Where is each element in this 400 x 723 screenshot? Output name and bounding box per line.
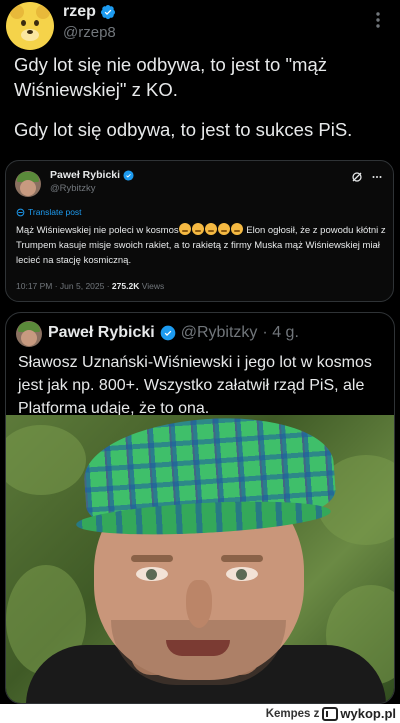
quote-text-part1: Mąż Wiśniewskiej nie poleci w kosmos bbox=[16, 225, 179, 236]
eye bbox=[136, 567, 168, 581]
grok-icon[interactable] bbox=[351, 171, 363, 183]
quoted-tweet-card[interactable]: Paweł Rybicki @Rybitzky Translate post M… bbox=[5, 160, 394, 302]
quote-author-row: Paweł Rybicki bbox=[50, 169, 134, 181]
avatar-face bbox=[20, 180, 36, 196]
eyebrow bbox=[131, 555, 173, 562]
nose bbox=[186, 580, 212, 628]
quote-text: Mąż Wiśniewskiej nie poleci w kosmos Elo… bbox=[16, 223, 388, 268]
translate-post-link[interactable]: Translate post bbox=[16, 207, 82, 217]
eye bbox=[226, 567, 258, 581]
avatar-ear bbox=[10, 5, 24, 19]
quote-avatar[interactable] bbox=[15, 171, 41, 197]
author-name[interactable]: rzep bbox=[63, 3, 96, 21]
author-row: rzep bbox=[63, 3, 116, 21]
more-icon[interactable] bbox=[371, 171, 383, 183]
avatar-face bbox=[21, 330, 37, 346]
quote-meta: 10:17 PM · Jun 5, 2025 · 275.2K Views bbox=[16, 281, 164, 291]
embedded-author-handle[interactable]: @Rybitzky bbox=[181, 324, 258, 342]
avatar-ear bbox=[36, 5, 50, 19]
more-options-button[interactable] bbox=[368, 10, 388, 30]
avatar-eye bbox=[34, 20, 39, 26]
tweet-text-line1: Gdy lot się nie odbywa, to jest to "mąż … bbox=[14, 54, 327, 100]
watermark-site: wykop.pl bbox=[340, 706, 396, 721]
avatar-nose bbox=[27, 30, 33, 34]
embedded-photo[interactable] bbox=[6, 415, 394, 703]
more-icon bbox=[376, 12, 380, 28]
verified-badge-icon bbox=[123, 169, 134, 181]
embedded-tweet[interactable]: Paweł Rybicki @Rybitzky · 4 g. Sławosz U… bbox=[5, 312, 395, 704]
embedded-avatar[interactable] bbox=[16, 321, 42, 347]
quote-timestamp[interactable]: 10:17 PM · Jun 5, 2025 · bbox=[16, 281, 112, 291]
author-handle[interactable]: @rzep8 bbox=[63, 24, 116, 41]
translate-icon bbox=[16, 208, 25, 216]
verified-badge-icon bbox=[100, 5, 115, 20]
views-count: 275.2K bbox=[111, 281, 140, 291]
wykop-logo-icon bbox=[322, 706, 339, 721]
watermark-label: Kempes z bbox=[265, 707, 320, 720]
emoji-icon bbox=[217, 223, 230, 235]
emoji-icon bbox=[230, 223, 243, 235]
views-label: Views bbox=[139, 281, 165, 291]
foliage bbox=[6, 425, 86, 495]
emoji-icon bbox=[204, 223, 217, 235]
wykop-logo[interactable]: wykop.pl bbox=[322, 706, 396, 721]
avatar-eye bbox=[21, 20, 26, 26]
embedded-text: Sławosz Uznański-Wiśniewski i jego lot w… bbox=[18, 354, 372, 417]
embedded-author-name[interactable]: Paweł Rybicki bbox=[48, 324, 155, 342]
tweet-text-line2: Gdy lot się odbywa, to jest to sukces Pi… bbox=[14, 119, 353, 140]
quote-author-name[interactable]: Paweł Rybicki bbox=[50, 169, 120, 181]
embedded-time: · 4 g. bbox=[262, 324, 299, 341]
avatar[interactable] bbox=[6, 2, 54, 50]
verified-badge-icon bbox=[160, 325, 176, 341]
watermark-bar: Kempes z wykop.pl bbox=[0, 704, 400, 723]
eyebrow bbox=[221, 555, 263, 562]
emoji-icon bbox=[178, 223, 191, 235]
embedded-author-row: Paweł Rybicki @Rybitzky · 4 g. bbox=[48, 324, 299, 342]
mouth bbox=[166, 640, 230, 656]
translate-label: Translate post bbox=[28, 207, 82, 217]
quote-author-handle[interactable]: @Rybitzky bbox=[50, 183, 96, 194]
emoji-icon bbox=[191, 223, 204, 235]
